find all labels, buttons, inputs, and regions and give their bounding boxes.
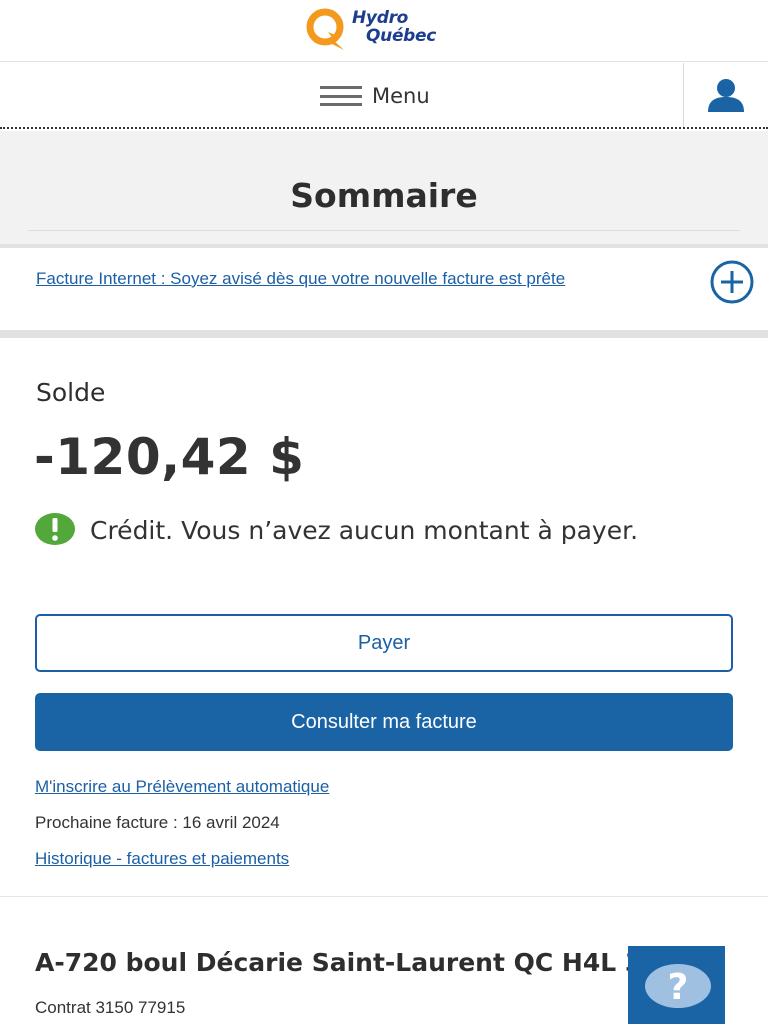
logo-wordmark: Hydro Québec <box>352 9 436 45</box>
logo-bar: Hydro Québec <box>0 0 768 62</box>
hamburger-icon <box>320 86 362 106</box>
menu-button[interactable]: Menu <box>320 81 430 111</box>
next-bill-date: Prochaine facture : 16 avril 2024 <box>35 813 280 832</box>
autopay-link[interactable]: M'inscrire au Prélèvement automatique <box>35 777 329 797</box>
title-divider <box>28 230 740 231</box>
plus-circle-icon <box>710 260 754 304</box>
user-icon <box>708 79 744 112</box>
menu-label: Menu <box>372 84 430 108</box>
question-icon: ? <box>645 964 711 1008</box>
account-address: A-720 boul Décarie Saint-Laurent QC H4L … <box>35 948 675 977</box>
credit-status-text: Crédit. Vous n’avez aucun montant à paye… <box>90 516 639 545</box>
hydro-quebec-logo[interactable]: Hydro Québec <box>304 6 474 54</box>
logo-line-1: Hydro <box>352 8 409 28</box>
internet-bill-notice: Facture Internet : Soyez avisé dès que v… <box>2 248 766 330</box>
notice-divider <box>0 330 768 338</box>
expand-notice-button[interactable] <box>710 260 754 304</box>
menu-bar: Menu <box>0 63 768 129</box>
svg-text:?: ? <box>668 967 689 1008</box>
balance-label: Solde <box>36 378 106 407</box>
section-divider <box>0 896 768 897</box>
pay-button[interactable]: Payer <box>35 614 733 672</box>
internet-bill-link[interactable]: Facture Internet : Soyez avisé dès que v… <box>36 266 636 291</box>
contract-number: Contrat 3150 77915 <box>35 998 186 1017</box>
page-title: Sommaire <box>290 176 478 215</box>
help-button[interactable]: ? <box>628 946 725 1024</box>
user-account-button[interactable] <box>684 63 768 127</box>
logo-line-2: Québec <box>366 26 437 46</box>
view-bill-button[interactable]: Consulter ma facture <box>35 693 733 751</box>
history-link[interactable]: Historique - factures et paiements <box>35 849 289 869</box>
balance-amount: -120,42 $ <box>34 428 305 486</box>
